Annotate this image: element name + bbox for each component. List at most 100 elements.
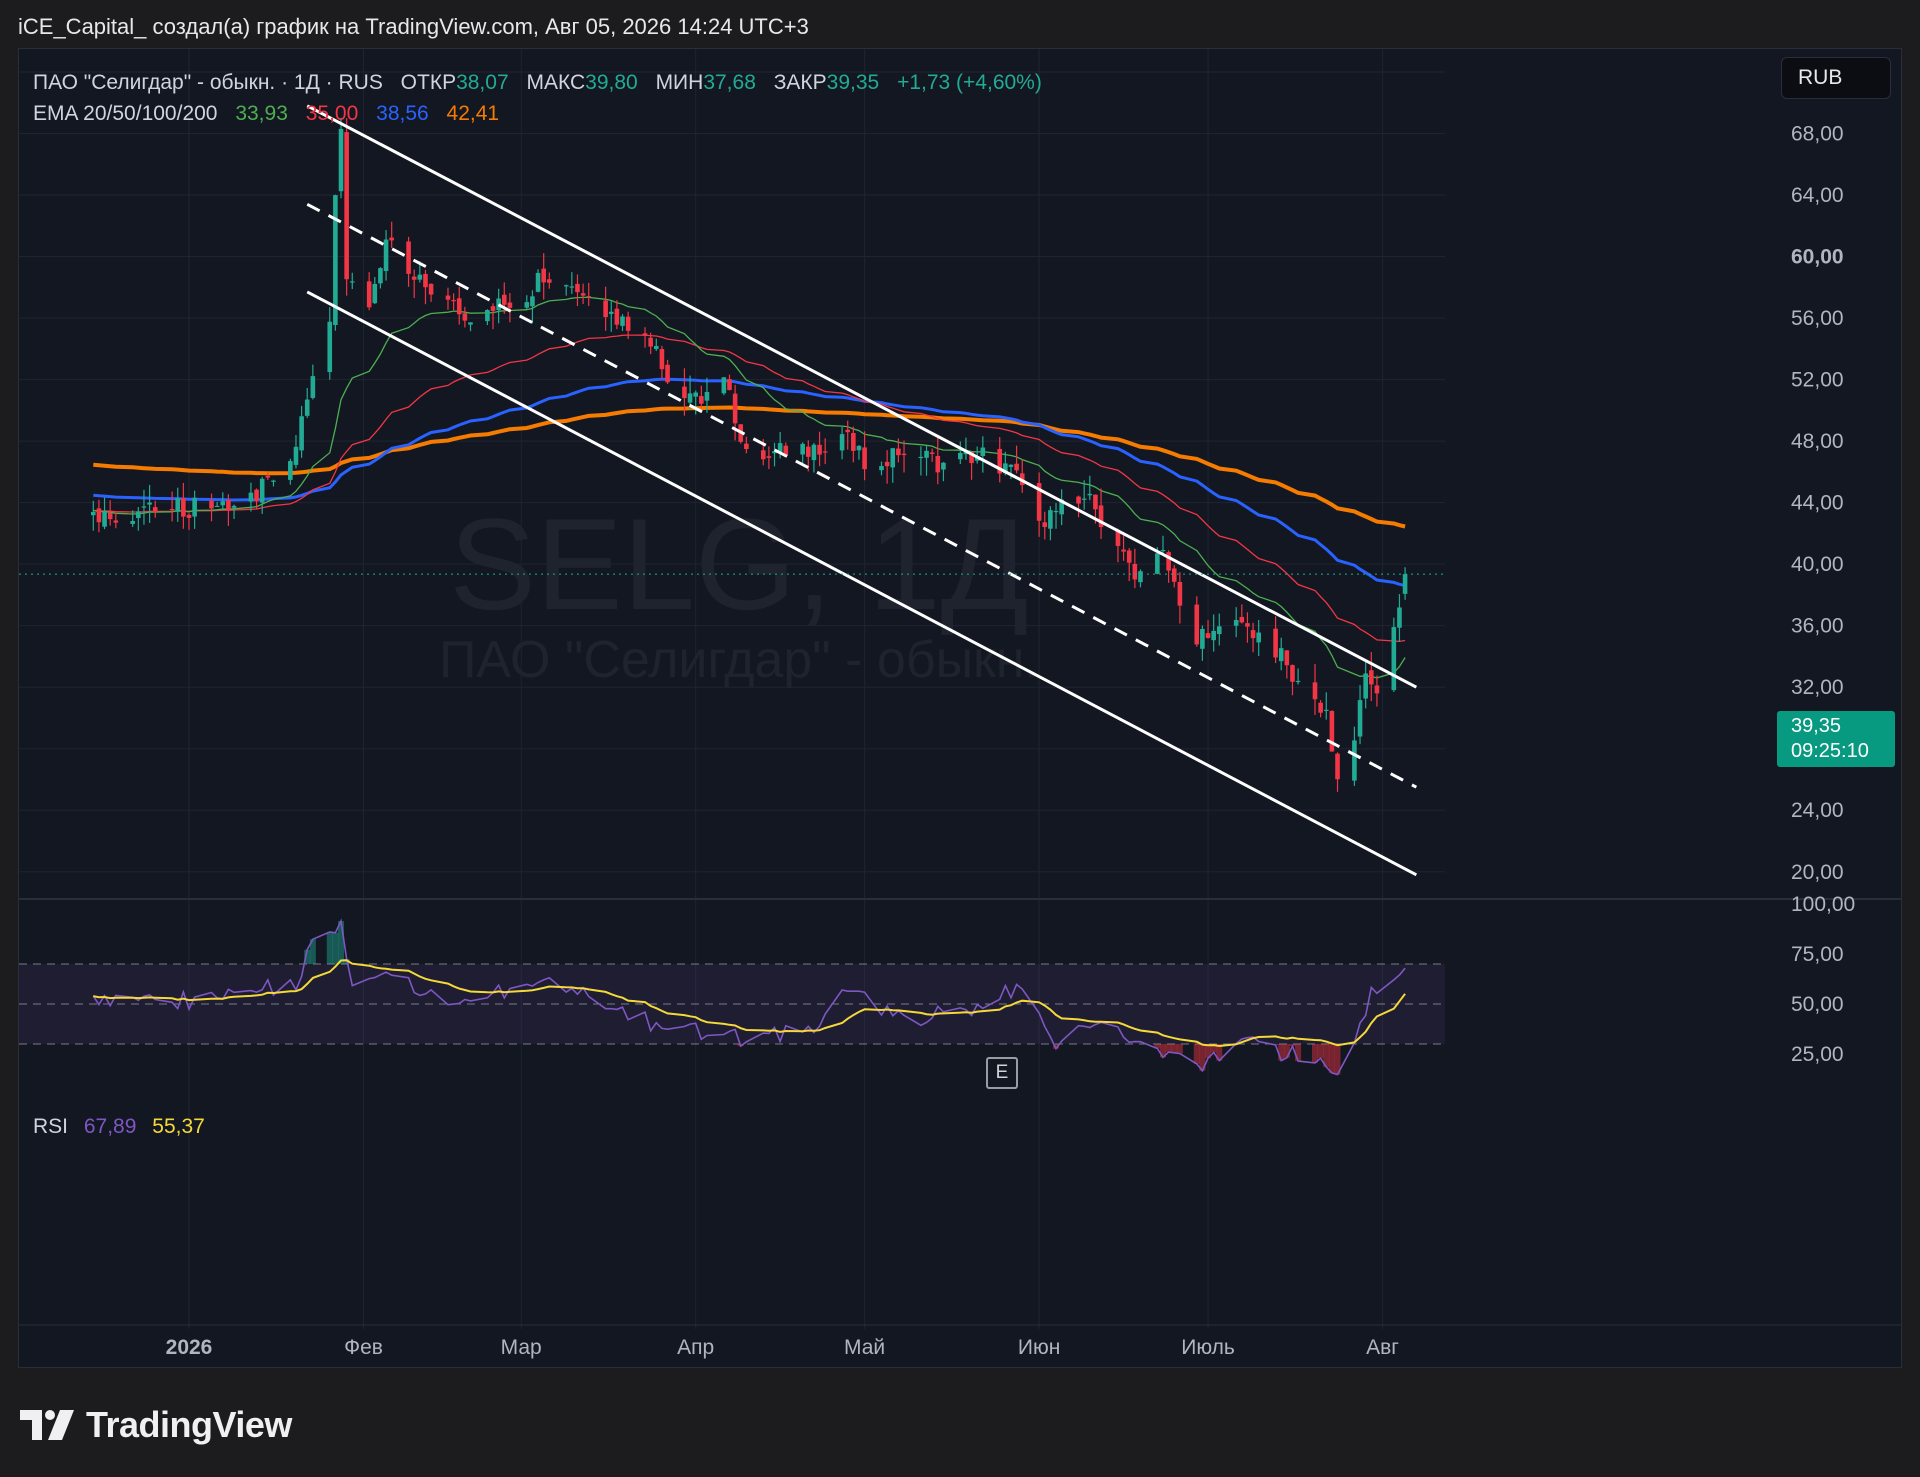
change-value: +1,73 (+4,60%) (897, 71, 1042, 94)
candle-body (428, 283, 434, 295)
rsi-label[interactable]: RSI (33, 1115, 68, 1138)
candle-body (366, 281, 372, 308)
candle (535, 269, 541, 293)
candle-body (1200, 628, 1205, 649)
candle (445, 287, 451, 310)
candle-body (1250, 630, 1256, 639)
candle-body (231, 505, 237, 508)
candle (1121, 532, 1126, 561)
candle-body (1126, 550, 1132, 563)
time-tick-label: Фев (344, 1336, 383, 1359)
candle-body (107, 512, 113, 520)
chart-attribution: iCE_Capital_ создал(а) график на Trading… (18, 14, 809, 39)
candle-body (659, 349, 665, 370)
candle-body (338, 128, 344, 192)
candle-body (372, 283, 378, 304)
candle (175, 487, 181, 522)
candle-body (1076, 496, 1081, 504)
earnings-event-marker[interactable]: E (986, 1057, 1018, 1089)
candle-body (406, 241, 411, 274)
candle (851, 426, 856, 463)
candle-body (423, 273, 428, 288)
candle (1318, 700, 1323, 718)
tradingview-logo[interactable]: TradingView (20, 1404, 292, 1446)
candle (428, 283, 434, 302)
candle-body (1363, 673, 1368, 699)
candle-body (293, 446, 299, 465)
candle (1115, 528, 1121, 563)
currency-button[interactable]: RUB (1781, 57, 1891, 99)
candle-body (299, 416, 304, 451)
candle (569, 272, 575, 294)
candle (181, 482, 186, 529)
candle-body (1352, 740, 1357, 781)
candle (344, 118, 349, 296)
candle (884, 450, 890, 484)
candle (1138, 569, 1143, 588)
candle (817, 431, 822, 467)
candle (1284, 650, 1290, 679)
candle-body (102, 511, 107, 527)
candle-body (1087, 493, 1093, 496)
candle-body (1216, 626, 1222, 635)
candle-body (214, 505, 220, 508)
rsi-tick-label: 100,00 (1791, 893, 1855, 916)
candle-body (136, 511, 141, 519)
ema-label[interactable]: EMA 20/50/100/200 (33, 102, 217, 125)
rsi-tick-label: 50,00 (1791, 993, 1844, 1016)
price-tick-label: 32,00 (1791, 676, 1844, 699)
candle (721, 377, 727, 396)
candle (580, 283, 586, 304)
candle-body (1132, 563, 1138, 580)
price-tick-label: 24,00 (1791, 799, 1844, 822)
candle-body (687, 393, 693, 403)
candle (372, 276, 378, 305)
candle (310, 364, 316, 400)
candle-body (845, 429, 851, 433)
candle-body (721, 377, 727, 394)
candle (1036, 472, 1042, 537)
time-tick-label: Июн (1018, 1336, 1060, 1359)
candle-body (839, 434, 845, 451)
candle-body (1233, 620, 1239, 626)
candle-body (147, 502, 152, 505)
candle (1019, 459, 1025, 493)
candle (1076, 495, 1081, 518)
candle-body (1312, 682, 1318, 700)
candle-body (575, 283, 580, 293)
candle-body (918, 456, 924, 459)
candle (929, 448, 935, 462)
candle (1290, 664, 1295, 696)
candle (423, 269, 428, 305)
candle (1312, 664, 1318, 715)
candle-body (563, 285, 569, 287)
candle-body (541, 268, 546, 283)
candle (608, 301, 614, 332)
candle (980, 436, 986, 473)
candle (732, 384, 738, 441)
candle-body (1177, 581, 1183, 606)
candle (653, 338, 659, 351)
candle-body (980, 447, 986, 456)
candle-body (254, 489, 259, 502)
candle-body (1160, 550, 1166, 552)
candle-body (704, 392, 710, 401)
candle (338, 117, 344, 199)
low-label: МИН (655, 71, 704, 94)
candle (924, 445, 929, 476)
time-tick-label: Апр (677, 1336, 714, 1359)
candle (941, 462, 946, 482)
chart-panel[interactable]: SELG, 1ДПАО "Селигдар" - обыкн. 72,0068,… (18, 48, 1902, 1368)
candle (727, 374, 732, 391)
candle (890, 447, 896, 483)
candle-body (862, 447, 867, 470)
candle-body (1397, 607, 1402, 628)
candle (901, 440, 907, 473)
candle-body (1053, 510, 1059, 513)
candle (586, 282, 592, 307)
chart-canvas[interactable]: SELG, 1ДПАО "Селигдар" - обыкн. 72,0068,… (19, 49, 1902, 1368)
candle-body (890, 448, 896, 468)
candle-body (620, 316, 625, 326)
symbol-title[interactable]: ПАО "Селигдар" - обыкн. · 1Д · RUS (33, 71, 383, 94)
candle-body (1239, 616, 1245, 623)
